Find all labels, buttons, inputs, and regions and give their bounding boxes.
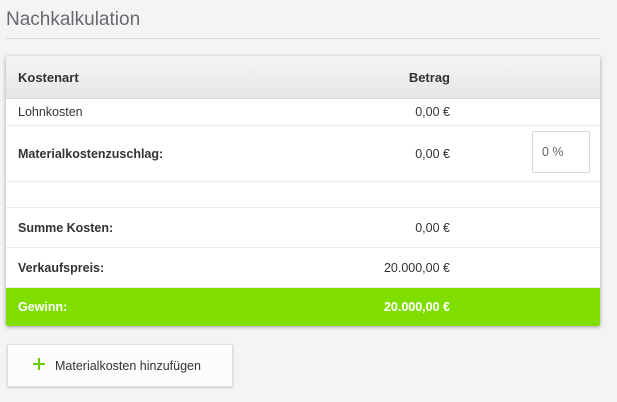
- table-row-summe-kosten: Summe Kosten: 0,00 €: [6, 208, 600, 248]
- row-amount-summe-kosten: 0,00 €: [415, 221, 450, 235]
- table-row-empty: [6, 182, 600, 208]
- material-surcharge-percent-input[interactable]: [532, 131, 590, 173]
- page-title: Nachkalkulation: [6, 9, 141, 30]
- row-label-verkaufspreis: Verkaufspreis:: [18, 261, 105, 275]
- calculation-table: Kostenart Betrag Lohnkosten 0,00 € Mater…: [6, 56, 600, 326]
- row-label-lohnkosten: Lohnkosten: [18, 105, 83, 119]
- row-label-materialkostenzuschlag: Materialkostenzuschlag:: [18, 147, 164, 161]
- column-header-betrag: Betrag: [408, 70, 450, 85]
- column-header-kostenart: Kostenart: [18, 70, 79, 85]
- row-amount-materialkostenzuschlag: 0,00 €: [415, 147, 450, 161]
- table-header: Kostenart Betrag: [6, 56, 600, 99]
- table-row-materialkostenzuschlag: Materialkostenzuschlag: 0,00 €: [6, 126, 600, 182]
- add-material-costs-button[interactable]: Materialkosten hinzufügen: [7, 344, 233, 387]
- add-material-costs-label: Materialkosten hinzufügen: [55, 359, 201, 373]
- table-row-lohnkosten: Lohnkosten 0,00 €: [6, 99, 600, 126]
- row-label-gewinn: Gewinn:: [18, 300, 68, 314]
- row-amount-verkaufspreis: 20.000,00 €: [383, 261, 450, 275]
- table-row-verkaufspreis: Verkaufspreis: 20.000,00 €: [6, 248, 600, 288]
- row-amount-gewinn: 20.000,00 €: [383, 300, 450, 314]
- table-row-gewinn: Gewinn: 20.000,00 €: [6, 288, 600, 326]
- plus-icon: [33, 358, 45, 370]
- row-amount-lohnkosten: 0,00 €: [415, 105, 450, 119]
- title-divider: [6, 38, 600, 39]
- row-label-summe-kosten: Summe Kosten:: [18, 221, 114, 235]
